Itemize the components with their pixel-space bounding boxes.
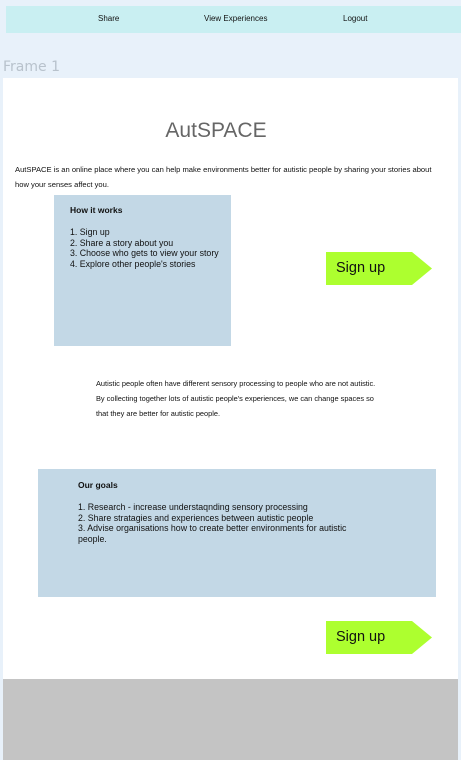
signup-button-bottom[interactable]: Sign up [326,621,432,654]
how-it-works-step: 3. Choose who gets to view your story [70,248,219,258]
page-frame: AutSPACE AutSPACE is an online place whe… [3,78,458,760]
nav-share-link[interactable]: Share [98,14,119,23]
intro-text: AutSPACE is an online place where you ca… [15,165,432,189]
how-it-works-list: 1. Sign up 2. Share a story about you 3.… [70,227,222,269]
our-goals-list: 1. Research - increase understaqnding se… [78,502,368,544]
page-title: AutSPACE [165,119,267,142]
how-it-works-heading: How it works [70,205,123,215]
how-it-works-step: 1. Sign up [70,227,110,237]
goal-item: 1. Research - increase understaqnding se… [78,502,308,512]
goal-item: 2. Share stratagies and experiences betw… [78,512,314,523]
signup-button-label: Sign up [336,629,386,645]
how-it-works-step: 2. Share a story about you [70,237,174,248]
footer-placeholder [3,679,458,760]
signup-button-label: Sign up [336,260,386,276]
how-it-works-step: 4. Explore other people's stories [70,258,196,269]
nav-logout-link[interactable]: Logout [343,14,367,23]
our-goals-card: Our goals 1. Research - increase underst… [38,469,436,597]
frame-label: Frame 1 [3,59,60,75]
signup-button[interactable]: Sign up [326,252,432,285]
nav-view-experiences-link[interactable]: View Experiences [204,14,267,23]
sensory-info-text: Autistic people often have different sen… [96,379,376,418]
how-it-works-card: How it works 1. Sign up 2. Share a story… [54,195,231,346]
top-navbar: Share View Experiences Logout [6,6,461,33]
goal-item: 3. Advise organisations how to create be… [78,523,347,544]
our-goals-heading: Our goals [78,480,118,490]
